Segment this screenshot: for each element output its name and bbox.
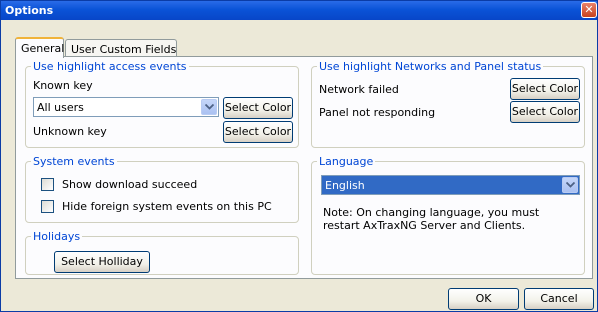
unknown-key-select-color-button[interactable]: Select Color (223, 121, 293, 143)
select-holiday-button[interactable]: Select Holliday (54, 251, 150, 273)
network-failed-label: Network failed (319, 83, 399, 96)
unknown-key-label: Unknown key (33, 125, 107, 138)
panel-not-responding-label: Panel not responding (319, 106, 436, 119)
title-bar[interactable]: Options ✕ (1, 1, 597, 20)
holidays-legend: Holidays (33, 230, 81, 243)
close-icon: ✕ (584, 3, 594, 16)
network-status-legend: Use highlight Networks and Panel status (319, 60, 542, 73)
tab-general[interactable]: General (15, 37, 64, 58)
hide-foreign-label[interactable]: Hide foreign system events on this PC (62, 200, 272, 213)
cancel-button[interactable]: Cancel (524, 288, 594, 310)
language-note: Note: On changing language, you must res… (323, 206, 540, 232)
window-title: Options (5, 4, 54, 17)
chevron-down-icon[interactable] (562, 177, 578, 193)
language-select-value: English (325, 179, 365, 192)
show-download-checkbox[interactable] (41, 178, 54, 191)
options-dialog: Options ✕ General User Custom Fields Use… (0, 0, 598, 312)
tab-panel-general: Use highlight access events Known key Al… (15, 56, 593, 279)
access-events-legend: Use highlight access events (33, 60, 187, 73)
network-failed-select-color-button[interactable]: Select Color (510, 78, 580, 100)
known-key-select-value: All users (37, 101, 84, 114)
known-key-label: Known key (33, 79, 93, 92)
show-download-label[interactable]: Show download succeed (62, 178, 197, 191)
chevron-down-icon[interactable] (201, 99, 217, 115)
language-legend: Language (319, 155, 374, 168)
ok-button[interactable]: OK (448, 288, 519, 310)
panel-not-responding-select-color-button[interactable]: Select Color (510, 101, 580, 123)
close-button[interactable]: ✕ (581, 2, 597, 18)
hide-foreign-checkbox[interactable] (41, 200, 54, 213)
system-events-legend: System events (33, 155, 115, 168)
tab-user-custom-fields[interactable]: User Custom Fields (65, 39, 177, 57)
language-select[interactable]: English (321, 175, 580, 195)
known-key-select-color-button[interactable]: Select Color (223, 97, 293, 119)
known-key-select[interactable]: All users (33, 97, 219, 117)
